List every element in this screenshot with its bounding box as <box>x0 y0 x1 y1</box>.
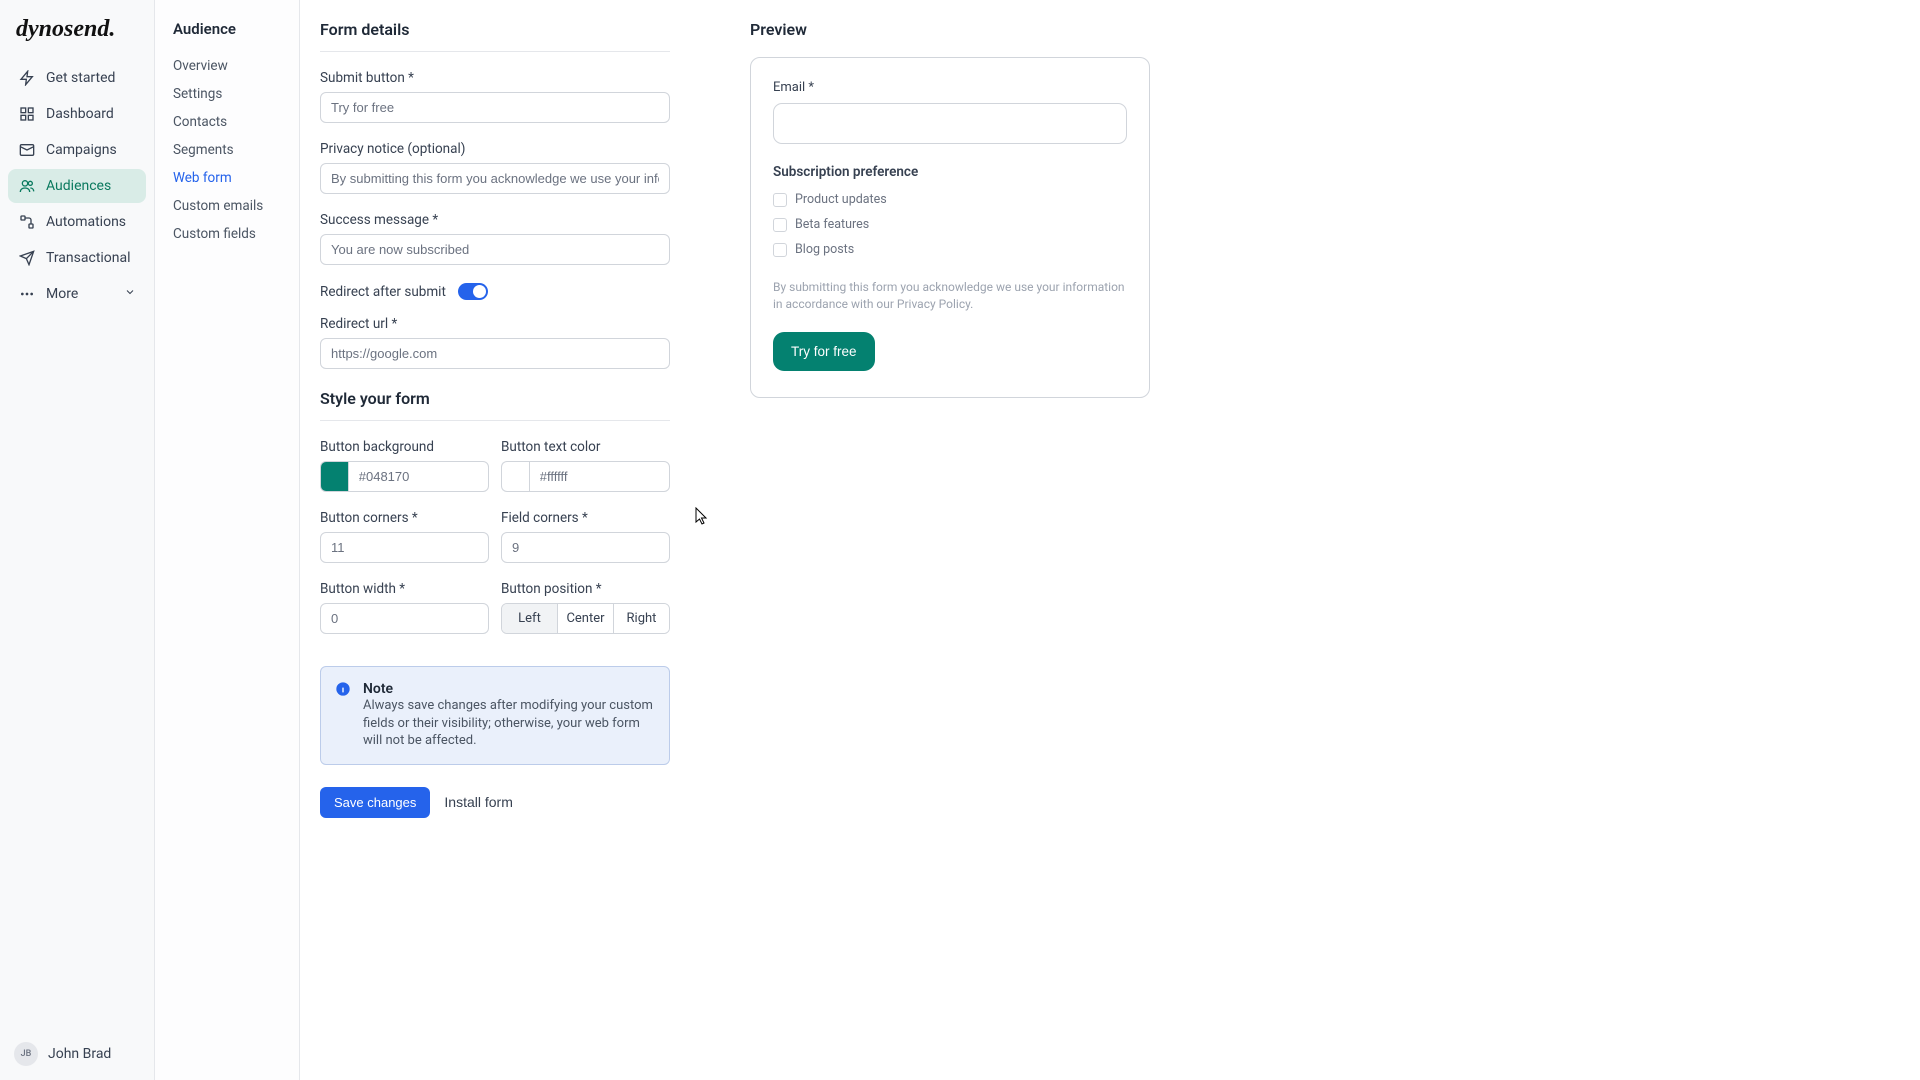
success-message-label: Success message * <box>320 212 670 228</box>
button-text-color-label: Button text color <box>501 439 670 455</box>
audience-subnav: Audience Overview Settings Contacts Segm… <box>155 0 300 1080</box>
subnav-custom-emails[interactable]: Custom emails <box>173 198 283 214</box>
nav-campaigns[interactable]: Campaigns <box>8 133 146 167</box>
position-center[interactable]: Center <box>557 604 613 633</box>
redirect-url-label: Redirect url * <box>320 316 670 332</box>
note-box: Note Always save changes after modifying… <box>320 666 670 765</box>
chevron-down-icon <box>124 286 136 302</box>
preview-heading: Preview <box>750 20 1150 51</box>
preview-checkbox-row[interactable]: Blog posts <box>773 242 1127 257</box>
nav-label: Campaigns <box>46 142 117 158</box>
checkbox-label: Beta features <box>795 217 869 232</box>
nav-label: Transactional <box>46 250 131 266</box>
button-width-input[interactable] <box>320 603 489 634</box>
privacy-notice-label: Privacy notice (optional) <box>320 141 670 157</box>
subnav-custom-fields[interactable]: Custom fields <box>173 226 283 242</box>
dots-icon <box>18 285 36 303</box>
field-corners-label: Field corners * <box>501 510 670 526</box>
nav-get-started[interactable]: Get started <box>8 61 146 95</box>
button-text-color-input[interactable] <box>529 461 670 492</box>
lightning-icon <box>18 69 36 87</box>
preview-box: Email * Subscription preference Product … <box>750 57 1150 398</box>
button-position-segmented: Left Center Right <box>501 603 670 634</box>
subnav-title: Audience <box>173 20 283 38</box>
redirect-toggle[interactable] <box>458 283 488 300</box>
preview-column: Preview Email * Subscription preference … <box>750 20 1150 1040</box>
nav-label: Automations <box>46 214 126 230</box>
button-bg-input[interactable] <box>348 461 489 492</box>
button-bg-swatch[interactable] <box>320 461 348 492</box>
content-area: Form details Submit button * Privacy not… <box>300 0 1920 1080</box>
checkbox-icon <box>773 218 787 232</box>
field-corners-input[interactable] <box>501 532 670 563</box>
style-form-heading: Style your form <box>320 389 670 420</box>
checkbox-icon <box>773 243 787 257</box>
checkbox-icon <box>773 193 787 207</box>
preview-privacy-notice: By submitting this form you acknowledge … <box>773 279 1127 314</box>
note-title: Note <box>363 681 655 697</box>
button-corners-label: Button corners * <box>320 510 489 526</box>
logo: dynosend. <box>0 10 154 61</box>
form-details-heading: Form details <box>320 20 670 51</box>
privacy-notice-input[interactable] <box>320 163 670 194</box>
subnav-web-form[interactable]: Web form <box>173 170 283 186</box>
subnav-segments[interactable]: Segments <box>173 142 283 158</box>
preview-email-label: Email * <box>773 80 1127 95</box>
submit-button-label: Submit button * <box>320 70 670 86</box>
nav-audiences[interactable]: Audiences <box>8 169 146 203</box>
button-corners-input[interactable] <box>320 532 489 563</box>
nav-label: Get started <box>46 70 115 86</box>
divider <box>320 51 670 52</box>
position-right[interactable]: Right <box>613 604 669 633</box>
button-text-swatch[interactable] <box>501 461 529 492</box>
redirect-url-input[interactable] <box>320 338 670 369</box>
nav-label: More <box>46 286 78 302</box>
button-width-label: Button width * <box>320 581 489 597</box>
user-menu[interactable]: JB John Brad <box>0 1028 154 1080</box>
main-sidebar: dynosend. Get started Dashboard Campaign… <box>0 0 155 1080</box>
preview-subpref-label: Subscription preference <box>773 164 1127 180</box>
send-icon <box>18 249 36 267</box>
nav-automations[interactable]: Automations <box>8 205 146 239</box>
preview-email-input[interactable] <box>773 103 1127 144</box>
mail-icon <box>18 141 36 159</box>
save-changes-button[interactable]: Save changes <box>320 787 430 818</box>
info-icon <box>335 681 351 750</box>
preview-submit-button[interactable]: Try for free <box>773 332 875 371</box>
subnav-contacts[interactable]: Contacts <box>173 114 283 130</box>
nav-dashboard[interactable]: Dashboard <box>8 97 146 131</box>
success-message-input[interactable] <box>320 234 670 265</box>
checkbox-label: Product updates <box>795 192 887 207</box>
avatar: JB <box>14 1042 38 1066</box>
nav-label: Dashboard <box>46 106 114 122</box>
grid-icon <box>18 105 36 123</box>
user-name: John Brad <box>48 1046 111 1062</box>
checkbox-label: Blog posts <box>795 242 854 257</box>
preview-checkbox-row[interactable]: Product updates <box>773 192 1127 207</box>
position-left[interactable]: Left <box>502 604 557 633</box>
preview-checkbox-row[interactable]: Beta features <box>773 217 1127 232</box>
submit-button-input[interactable] <box>320 92 670 123</box>
nav-transactional[interactable]: Transactional <box>8 241 146 275</box>
users-icon <box>18 177 36 195</box>
workflow-icon <box>18 213 36 231</box>
nav-label: Audiences <box>46 178 111 194</box>
button-position-label: Button position * <box>501 581 670 597</box>
subnav-overview[interactable]: Overview <box>173 58 283 74</box>
subnav-settings[interactable]: Settings <box>173 86 283 102</box>
form-settings-column: Form details Submit button * Privacy not… <box>320 20 670 1040</box>
divider <box>320 420 670 421</box>
nav-more[interactable]: More <box>8 277 146 311</box>
redirect-after-submit-label: Redirect after submit <box>320 284 446 300</box>
note-text: Always save changes after modifying your… <box>363 697 655 750</box>
install-form-button[interactable]: Install form <box>444 794 512 810</box>
button-bg-label: Button background <box>320 439 489 455</box>
